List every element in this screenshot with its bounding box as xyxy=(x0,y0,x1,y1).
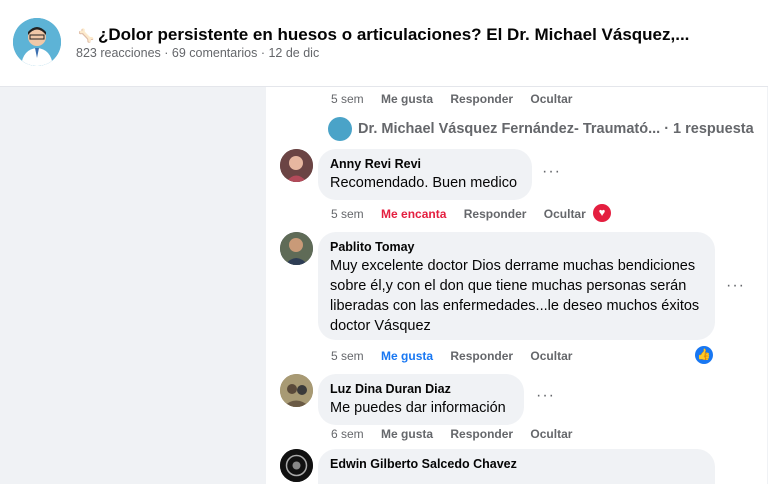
comment-time[interactable]: 5 sem xyxy=(331,92,364,106)
comment-text: Muy excelente doctor Dios derrame muchas… xyxy=(330,258,700,334)
like-button[interactable]: Me gusta xyxy=(381,427,433,441)
comment-bubble: Luz Dina Duran Diaz Me puedes dar inform… xyxy=(318,374,524,425)
comment-bubble: Edwin Gilberto Salcedo Chavez xyxy=(318,449,715,487)
avatar[interactable] xyxy=(280,232,313,265)
bone-icon: 🦴 xyxy=(78,28,95,43)
like-button[interactable]: Me gusta xyxy=(381,349,433,363)
comment-time[interactable]: 5 sem xyxy=(331,207,364,221)
comments-panel: 5 sem Me gusta Responder Ocultar Dr. Mic… xyxy=(266,87,767,487)
avatar[interactable] xyxy=(280,149,313,182)
avatar[interactable] xyxy=(280,374,313,407)
thumbs-up-reaction-icon[interactable]: 👍 xyxy=(695,346,713,364)
reply-button[interactable]: Responder xyxy=(450,427,513,441)
like-button[interactable]: Me gusta xyxy=(381,92,433,106)
hide-button[interactable]: Ocultar xyxy=(530,427,572,441)
more-options-icon[interactable]: ··· xyxy=(542,163,561,181)
comment-actions: 5 sem Me gusta Responder Ocultar xyxy=(331,92,586,106)
comment-text: Recomendado. Buen medico xyxy=(330,175,518,191)
page-avatar[interactable] xyxy=(13,18,61,66)
comment-author[interactable]: Pablito Tomay xyxy=(330,240,703,254)
post-header: 🦴 ¿Dolor persistente en huesos o articula… xyxy=(0,0,768,87)
comment-time[interactable]: 6 sem xyxy=(331,427,364,441)
more-options-icon[interactable]: ··· xyxy=(726,277,745,295)
comment-text: Me puedes dar información xyxy=(330,400,506,416)
comment-author[interactable]: Luz Dina Duran Diaz xyxy=(330,382,512,396)
post-title[interactable]: 🦴 ¿Dolor persistente en huesos o articula… xyxy=(78,25,689,45)
reply-button[interactable]: Responder xyxy=(464,207,527,221)
comment-actions: 6 sem Me gusta Responder Ocultar xyxy=(331,427,586,441)
comment-time[interactable]: 5 sem xyxy=(331,349,364,363)
like-button[interactable]: Me encanta xyxy=(381,207,446,221)
reply-author-avatar xyxy=(328,117,352,141)
avatar[interactable] xyxy=(280,449,313,482)
comment-author[interactable]: Edwin Gilberto Salcedo Chavez xyxy=(330,457,703,471)
comment-actions: 5 sem Me gusta Responder Ocultar xyxy=(331,349,586,363)
hide-button[interactable]: Ocultar xyxy=(544,207,586,221)
hide-button[interactable]: Ocultar xyxy=(530,92,572,106)
view-replies-link[interactable]: Dr. Michael Vásquez Fernández- Traumató.… xyxy=(328,117,754,141)
hide-button[interactable]: Ocultar xyxy=(530,349,572,363)
reply-button[interactable]: Responder xyxy=(450,92,513,106)
comment-bubble: Anny Revi Revi Recomendado. Buen medico xyxy=(318,149,532,200)
reply-button[interactable]: Responder xyxy=(450,349,513,363)
comment-bubble: Pablito Tomay Muy excelente doctor Dios … xyxy=(318,232,715,340)
comment-composer-edge xyxy=(0,484,768,489)
heart-reaction-icon[interactable]: ♥ xyxy=(593,204,611,222)
more-options-icon[interactable]: ··· xyxy=(536,387,555,405)
comment-author[interactable]: Anny Revi Revi xyxy=(330,157,520,171)
post-meta: 823 reacciones · 69 comentarios · 12 de … xyxy=(76,46,320,60)
comment-actions: 5 sem Me encanta Responder Ocultar xyxy=(331,207,600,221)
